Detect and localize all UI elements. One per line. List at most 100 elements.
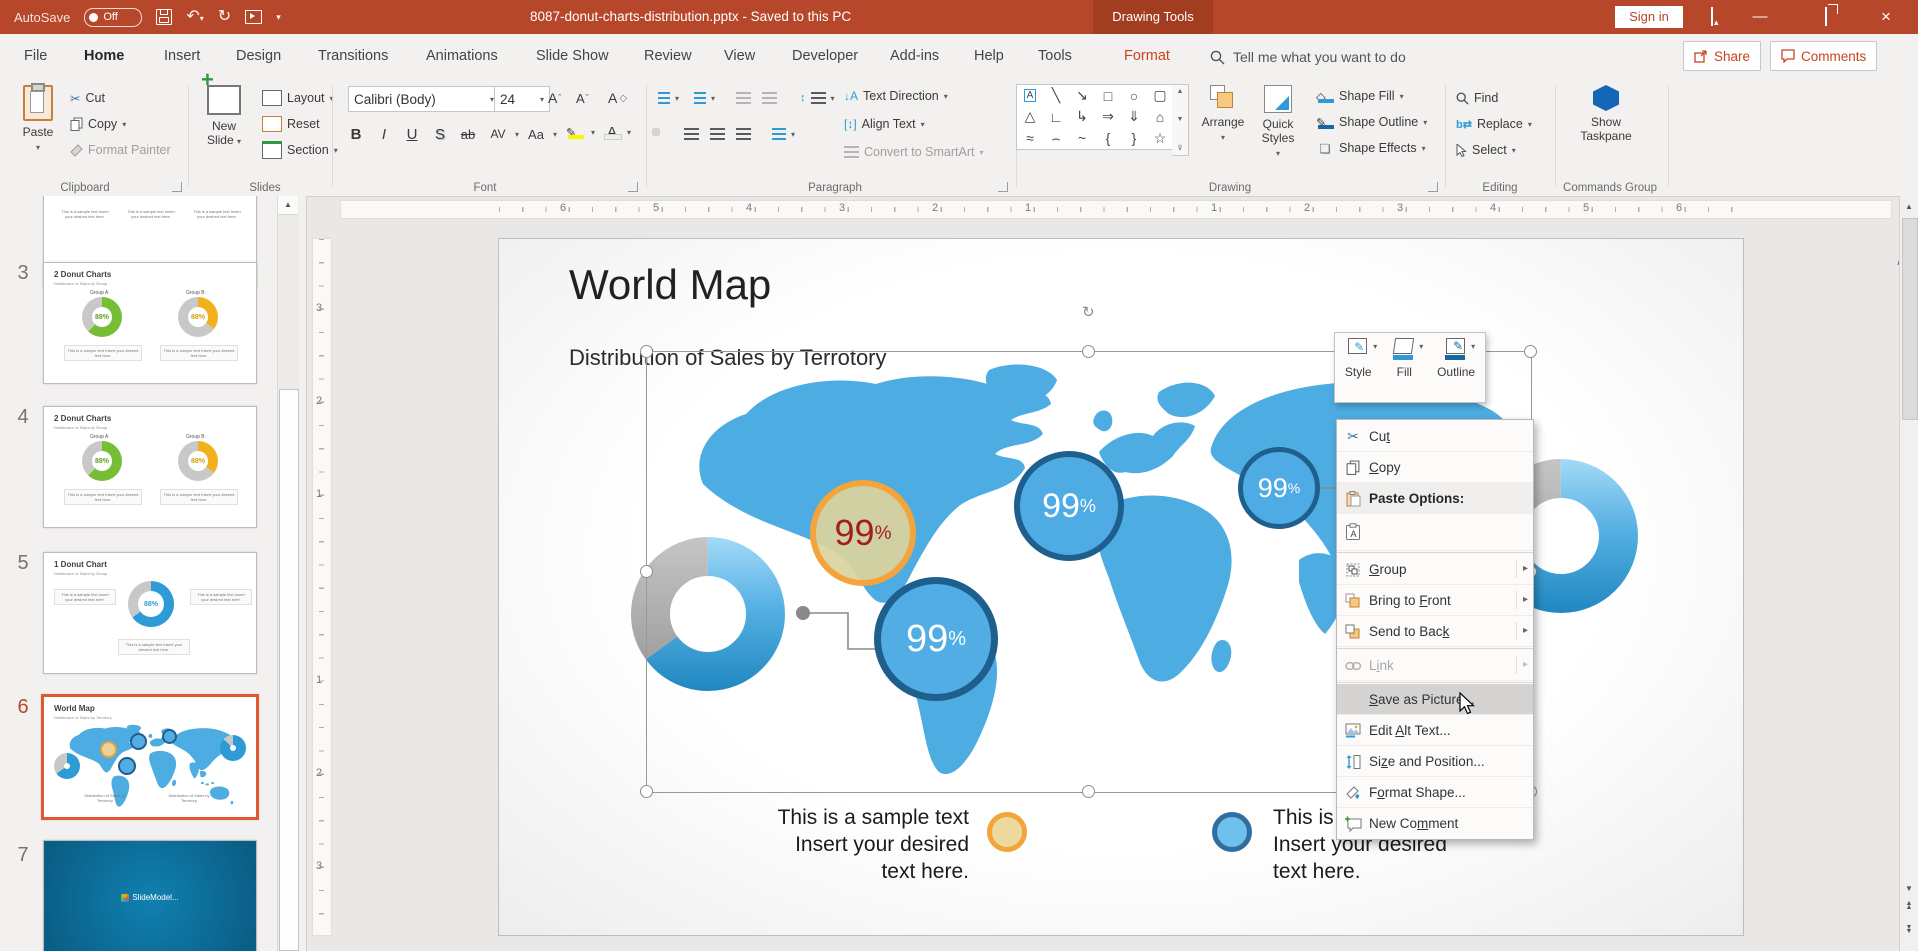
format-painter-button[interactable]: Format Painter [70,139,171,161]
next-slide-button[interactable]: ▼▼ [1900,926,1918,948]
menu-item-copy[interactable]: Copy [1337,452,1533,483]
font-dialog-launcher[interactable] [628,182,638,192]
font-size-combo[interactable]: 24▾ [494,86,550,112]
shape-rectangle-icon[interactable]: □ [1104,88,1112,104]
bullets-button[interactable]: ▾ [658,87,679,109]
character-spacing-button[interactable]: AV▾ [486,123,519,145]
copy-button[interactable]: Copy▾ [70,113,126,135]
menu-item-cut[interactable]: ✂ Cut [1337,421,1533,452]
shrink-font-button[interactable]: Aˇ [576,87,589,109]
decrease-indent-button[interactable] [736,87,751,109]
shape-arrow-icon[interactable]: ↘ [1076,87,1088,104]
sign-in-button[interactable]: Sign in [1615,6,1683,28]
numbering-button[interactable]: ▾ [694,87,715,109]
fill-button[interactable]: ▾ Fill [1391,338,1417,402]
comments-button[interactable]: Comments [1770,41,1877,71]
align-left-button[interactable] [652,121,660,143]
justify-button[interactable] [736,123,751,145]
scroll-up-button[interactable]: ▲ [1900,196,1918,218]
shape-gallery[interactable]: A ╲ ↘ □ ○ ▢ △ ∟ ↳ ⇒ ⇓ ⌂ ≈ ⌢ ~ { } ☆ [1016,84,1174,150]
font-name-combo[interactable]: Calibri (Body)▾ [348,86,500,112]
shape-star-icon[interactable]: ☆ [1154,130,1167,147]
shape-right-brace-icon[interactable]: } [1132,130,1137,146]
shape-oval-icon[interactable]: ○ [1130,88,1138,104]
shape-triangle-icon[interactable]: △ [1025,108,1036,125]
main-scrollbar-thumb[interactable] [1902,218,1918,420]
arrange-button[interactable]: Arrange▾ [1196,83,1250,145]
select-button[interactable]: Select▾ [1456,139,1516,161]
align-text-button[interactable]: [↕]Align Text▾ [844,113,925,135]
menu-item-send-to-back[interactable]: Send to Back ▸ [1337,616,1533,647]
tab-tools[interactable]: Tools [1036,34,1074,79]
horizontal-ruler[interactable]: 6 5 4 3 2 1 1 2 3 4 5 6 [340,200,1892,219]
shadow-button[interactable]: S [428,123,452,145]
shape-effects-button[interactable]: ❏Shape Effects▾ [1316,137,1426,159]
outline-button[interactable]: ✎▾ Outline [1437,338,1475,402]
menu-item-format-shape[interactable]: Format Shape... [1337,777,1533,808]
menu-item-group[interactable]: Group ▸ [1337,554,1533,585]
shape-right-arrow-icon[interactable]: ⇒ [1102,108,1114,125]
font-color-button[interactable]: A▾ [602,121,631,143]
tab-animations[interactable]: Animations [424,34,500,79]
columns-button[interactable]: ▾ [772,123,795,145]
convert-smartart-button[interactable]: Convert to SmartArt▾ [844,141,983,163]
change-case-button[interactable]: Aa▾ [524,123,557,145]
shape-fill-button[interactable]: ◇Shape Fill▾ [1316,85,1404,107]
clear-formatting-button[interactable]: A◇ [608,87,627,109]
tab-transitions[interactable]: Transitions [316,34,390,79]
thumbnail-slide-7[interactable]: SlideModel... [43,840,257,951]
selection-handle-bottom-center[interactable] [1082,785,1095,798]
tab-format[interactable]: Format [1122,34,1172,79]
shape-gallery-scrollbar[interactable]: ▲▼⊽ [1172,84,1189,156]
tab-view[interactable]: View [722,34,757,79]
strikethrough-button[interactable]: ab [456,123,480,145]
thumbnail-slide-3[interactable]: 2 Donut Charts Distribution of Sales by … [43,262,257,384]
slide-canvas[interactable]: World Map Distribution of Sales by Terro… [498,238,1744,936]
selection-handle-top-right[interactable] [1524,345,1537,358]
increase-indent-button[interactable] [762,87,777,109]
vertical-ruler[interactable]: 3 2 1 1 2 3 [312,238,332,936]
menu-item-new-comment[interactable]: New Comment [1337,808,1533,838]
main-scrollbar[interactable]: ▲ ▼ ▲▲ ▼▼ [1899,196,1918,951]
shape-left-brace-icon[interactable]: { [1106,130,1111,146]
rotate-handle-icon[interactable]: ↻ [1082,303,1095,321]
shape-curve-icon[interactable]: ~ [1078,130,1086,146]
legend-text-left[interactable]: This is a sample text Insert your desire… [669,804,969,885]
shape-rounded-rectangle-icon[interactable]: ▢ [1153,87,1166,104]
text-highlight-button[interactable]: ✎▾ [566,121,595,143]
paragraph-dialog-launcher[interactable] [998,182,1008,192]
layout-button[interactable]: Layout▾ [262,87,334,109]
tab-developer[interactable]: Developer [790,34,860,79]
menu-item-bring-to-front[interactable]: Bring to Front ▸ [1337,585,1533,616]
shape-down-arrow-icon[interactable]: ⇓ [1128,108,1140,125]
reset-button[interactable]: Reset [262,113,320,135]
scroll-down-button[interactable]: ▼ [1900,878,1918,900]
find-button[interactable]: Find [1456,87,1498,109]
clipboard-dialog-launcher[interactable] [172,182,182,192]
shape-elbow-icon[interactable]: ∟ [1049,109,1063,125]
restore-button[interactable] [1806,0,1846,34]
panel-scrollbar-thumb[interactable] [279,389,299,951]
line-spacing-button[interactable]: ↕▾ [800,87,835,109]
quick-styles-button[interactable]: Quick Styles▾ [1252,83,1304,161]
tab-file[interactable]: File [22,34,49,79]
close-button[interactable]: × [1866,0,1906,34]
tab-add-ins[interactable]: Add-ins [888,34,941,79]
underline-button[interactable]: U [400,123,424,145]
thumbnail-slide-6[interactable]: World Map Distribution of Sales by Terro… [41,694,259,820]
previous-slide-button[interactable]: ▲▲ [1900,902,1918,924]
grow-font-button[interactable]: Aˆ [548,87,561,109]
share-button[interactable]: Share [1683,41,1761,71]
selection-handle-top-center[interactable] [1082,345,1095,358]
menu-item-edit-alt-text[interactable]: Edit Alt Text... [1337,715,1533,746]
customize-qat-icon[interactable]: ▾ [276,13,281,22]
panel-scrollbar[interactable]: ▲ [277,196,299,951]
tab-slide-show[interactable]: Slide Show [534,34,611,79]
section-button[interactable]: Section▾ [262,139,338,161]
align-right-button[interactable] [710,123,725,145]
minimize-button[interactable]: — [1740,0,1780,34]
shape-outline-button[interactable]: ✎Shape Outline▾ [1316,111,1427,133]
style-button[interactable]: ✎▾ Style [1345,338,1372,402]
panel-scroll-up-button[interactable]: ▲ [278,196,298,215]
align-center-button[interactable] [684,123,699,145]
